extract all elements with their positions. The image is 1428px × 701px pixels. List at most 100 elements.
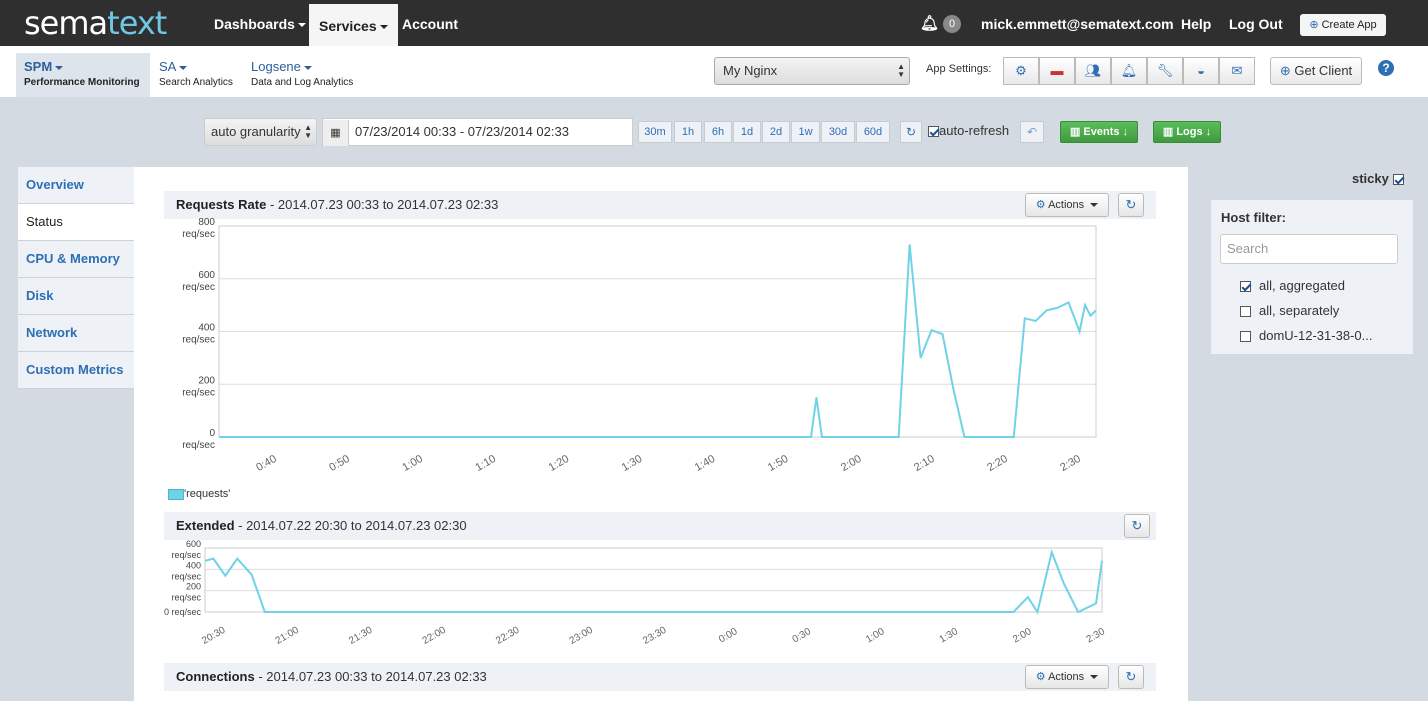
app-select[interactable]: My Nginx ▲ ▼ — [714, 57, 910, 85]
caret-down-icon — [379, 25, 388, 30]
download-circle-icon: ⊕ — [1279, 63, 1291, 78]
connections-panel-title: Connections — [176, 669, 255, 684]
sticky-toggle[interactable]: sticky — [1352, 171, 1404, 186]
x-tick-label: 1:20 — [547, 453, 572, 474]
tab-spm[interactable]: SPM Performance Monitoring — [16, 53, 150, 97]
app-settings-buttons: ⚙︎ ▬ 👥︎ 🔔︎ 🔧︎ ◒ ✉︎ — [1003, 57, 1255, 85]
range-60d[interactable]: 60d — [856, 121, 890, 143]
sidebar-item-cpu-memory[interactable]: CPU & Memory — [18, 241, 134, 278]
sidebar-item-overview[interactable]: Overview — [18, 167, 134, 204]
sematext-logo[interactable]: sematext — [24, 4, 167, 42]
user-email[interactable]: mick.emmett@sematext.com — [981, 0, 1174, 46]
nav-services[interactable]: Services — [309, 4, 398, 46]
plot-area — [204, 547, 1103, 613]
connections-refresh-button[interactable]: ↻ — [1118, 665, 1144, 689]
bell-icon[interactable]: 🔔︎ — [920, 0, 939, 46]
x-tick-label: 0:00 — [717, 626, 740, 645]
y-tick-label: req/sec — [171, 571, 201, 581]
refresh-icon[interactable]: ↻ — [900, 121, 922, 143]
events-button[interactable]: ▥ Events ↓ — [1060, 121, 1138, 143]
range-2d[interactable]: 2d — [762, 121, 790, 143]
nav-dashboards[interactable]: Dashboards — [204, 0, 316, 46]
chart-legend[interactable]: 'requests' — [168, 488, 230, 500]
requests-panel-header: Requests Rate - 2014.07.23 00:33 to 2014… — [164, 191, 1156, 219]
envelope-icon[interactable]: ✉︎ — [1219, 57, 1255, 85]
range-1h[interactable]: 1h — [674, 121, 702, 143]
x-tick-label: 1:30 — [938, 626, 961, 645]
requests-actions-button[interactable]: ⚙︎ Actions — [1025, 193, 1109, 217]
bell-icon[interactable]: 🔔︎ — [1111, 57, 1147, 85]
host-search-input[interactable]: Search — [1220, 234, 1398, 264]
host-option-all-aggregated[interactable]: all, aggregated — [1240, 278, 1345, 293]
calendar-icon[interactable]: ▦ — [323, 120, 349, 146]
tab-logsene[interactable]: Logsene Data and Log Analytics — [243, 53, 363, 97]
x-tick-label: 21:30 — [347, 625, 375, 647]
gear-icon[interactable]: ⚙︎ — [1003, 57, 1039, 85]
get-client-button[interactable]: ⊕ Get Client — [1270, 57, 1362, 85]
sidebar-item-status[interactable]: Status — [18, 204, 134, 241]
extended-panel-title: Extended — [176, 518, 235, 533]
caret-down-icon — [1090, 203, 1099, 208]
tab-sa[interactable]: SA Search Analytics — [151, 53, 241, 97]
range-30d[interactable]: 30d — [821, 121, 855, 143]
notification-badge[interactable]: 0 — [943, 15, 961, 33]
host-checkbox[interactable] — [1240, 306, 1251, 318]
x-tick-label: 1:00 — [864, 626, 887, 645]
range-30m[interactable]: 30m — [638, 121, 672, 143]
range-1d[interactable]: 1d — [733, 121, 761, 143]
requests-rate-chart: 800req/sec600req/sec400req/sec200req/sec… — [182, 218, 1097, 474]
caret-down-icon — [1090, 675, 1099, 680]
caret-down-icon — [297, 23, 306, 28]
y-tick-label: req/sec — [171, 550, 201, 560]
connections-actions-button[interactable]: ⚙︎ Actions — [1025, 665, 1109, 689]
product-bar: SPM Performance Monitoring SA Search Ana… — [0, 46, 1428, 97]
host-checkbox[interactable] — [1240, 331, 1251, 343]
range-6h[interactable]: 6h — [704, 121, 732, 143]
sidebar-item-disk[interactable]: Disk — [18, 278, 134, 315]
users-icon[interactable]: 👥︎ — [1075, 57, 1111, 85]
create-app-button[interactable]: ⊕ Create App — [1300, 14, 1386, 36]
x-tick-label: 22:30 — [494, 625, 522, 647]
help-link[interactable]: Help — [1181, 0, 1211, 46]
granularity-select[interactable]: auto granularity ▲ ▼ — [204, 118, 317, 146]
y-tick-label: 200 — [186, 582, 201, 592]
series-line — [219, 244, 1097, 438]
host-option-all-separately[interactable]: all, separately — [1240, 303, 1339, 318]
host-option-domu[interactable]: domU-12-31-38-0... — [1240, 328, 1372, 343]
connections-panel-range: - 2014.07.23 00:33 to 2014.07.23 02:33 — [258, 669, 487, 684]
extended-panel-header: Extended - 2014.07.22 20:30 to 2014.07.2… — [164, 512, 1156, 540]
gears-icon: ⚙︎ — [1035, 671, 1046, 683]
date-range-input[interactable]: ▦ 07/23/2014 00:33 - 07/23/2014 02:33 — [322, 118, 633, 146]
y-tick-label: req/sec — [182, 440, 215, 451]
range-1w[interactable]: 1w — [791, 121, 820, 143]
x-tick-label: 1:30 — [620, 453, 645, 474]
auto-refresh-checkbox[interactable] — [928, 126, 939, 138]
wrench-icon[interactable]: 🔧︎ — [1147, 57, 1183, 85]
auto-refresh-toggle[interactable]: auto-refresh — [928, 123, 1009, 138]
y-tick-label: 400 — [186, 560, 201, 570]
help-question-icon[interactable]: ? — [1378, 60, 1394, 76]
caret-down-icon — [179, 65, 188, 70]
x-tick-label: 2:30 — [1085, 626, 1108, 645]
y-tick-label: 600 — [198, 270, 215, 281]
arrow-down-icon: ↓ — [1205, 126, 1212, 138]
arrow-down-icon: ↓ — [1122, 126, 1129, 138]
select-arrows-icon: ▲ ▼ — [897, 62, 905, 79]
y-tick-label: req/sec — [182, 335, 215, 346]
host-checkbox[interactable] — [1240, 281, 1251, 293]
dashboard-icon[interactable]: ◒ — [1183, 57, 1219, 85]
y-tick-label: 800 — [198, 218, 215, 228]
logs-button[interactable]: ▥ Logs ↓ — [1153, 121, 1221, 143]
sidebar-item-network[interactable]: Network — [18, 315, 134, 352]
x-tick-label: 20:30 — [200, 625, 228, 647]
undo-icon[interactable]: ↶ — [1020, 121, 1044, 143]
extended-refresh-button[interactable]: ↻ — [1124, 514, 1150, 538]
x-tick-label: 22:00 — [421, 625, 449, 647]
sidebar-item-custom-metrics[interactable]: Custom Metrics — [18, 352, 134, 389]
caret-down-icon — [55, 65, 64, 70]
nav-account[interactable]: Account — [392, 0, 468, 46]
requests-refresh-button[interactable]: ↻ — [1118, 193, 1144, 217]
logout-link[interactable]: Log Out — [1229, 0, 1283, 46]
credit-card-icon[interactable]: ▬ — [1039, 57, 1075, 85]
sticky-checkbox[interactable] — [1392, 174, 1404, 186]
